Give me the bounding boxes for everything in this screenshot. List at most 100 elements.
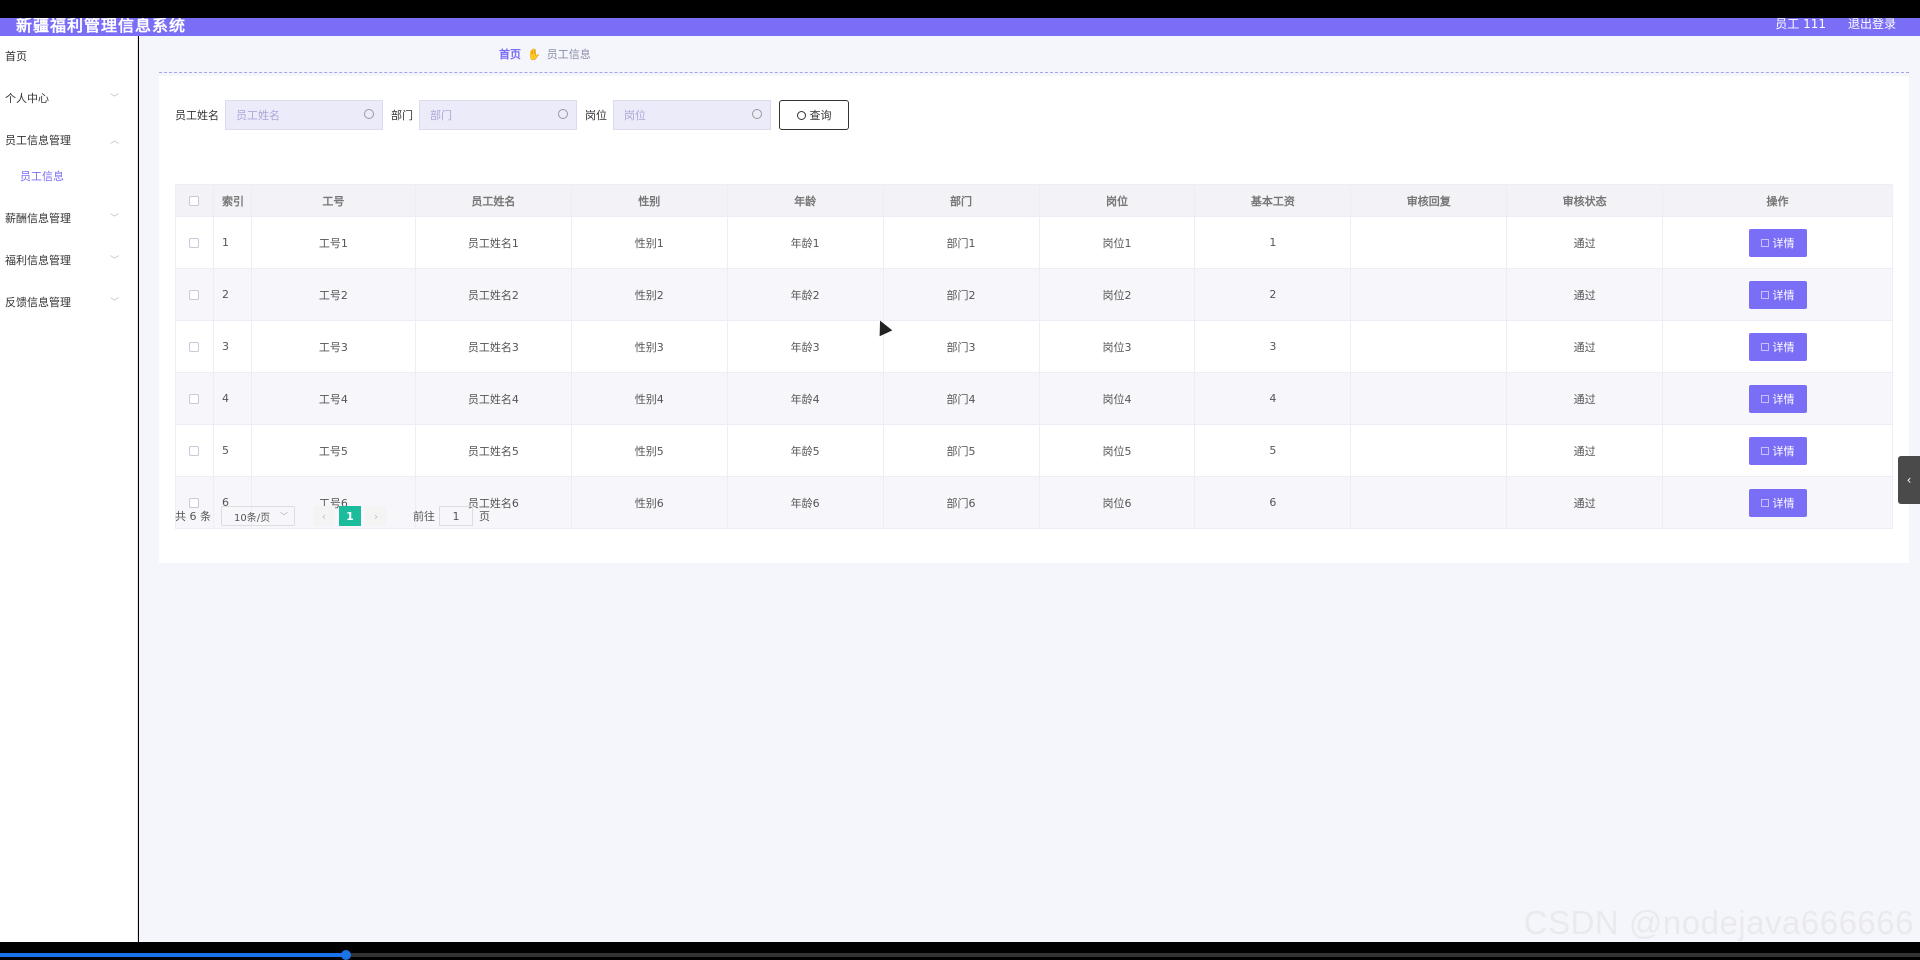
page-size-select[interactable]: 10条/页 ﹀ <box>221 506 295 526</box>
header-index: 索引 <box>214 185 252 216</box>
cell-reply <box>1351 477 1508 528</box>
chevron-down-icon: ﹀ <box>109 256 119 266</box>
table-row: 4 工号4 员工姓名4 性别4 年龄4 部门4 岗位4 4 通过 详情 <box>176 373 1893 425</box>
name-search-box <box>225 100 383 130</box>
cell-age: 年龄4 <box>728 373 884 424</box>
next-page-button[interactable]: › <box>365 506 387 526</box>
document-icon <box>1760 446 1769 455</box>
cell-no: 工号1 <box>252 217 416 268</box>
chevron-down-icon: ﹀ <box>109 298 119 308</box>
sidebar-item-label: 反馈信息管理 <box>5 296 71 309</box>
video-top-bar <box>0 0 1920 18</box>
search-icon <box>364 109 374 119</box>
cell-sex: 性别6 <box>572 477 728 528</box>
header-dept: 部门 <box>884 185 1040 216</box>
document-icon <box>1760 238 1769 247</box>
prev-page-button[interactable]: ‹ <box>313 506 335 526</box>
goto-page-input[interactable]: 1 <box>439 506 473 526</box>
app-title: 新疆福利管理信息系统 <box>16 18 187 35</box>
dept-input[interactable] <box>420 101 576 129</box>
table-row: 3 工号3 员工姓名3 性别3 年龄3 部门3 岗位3 3 通过 详情 <box>176 321 1893 373</box>
cell-dept: 部门1 <box>884 217 1040 268</box>
cell-index: 1 <box>214 217 252 268</box>
sidebar-item-welfare-management[interactable]: 福利信息管理 ﹀ <box>0 240 137 282</box>
cell-age: 年龄1 <box>728 217 884 268</box>
document-icon <box>1760 498 1769 507</box>
sidebar-item-home[interactable]: 首页 <box>0 36 137 78</box>
cell-sex: 性别2 <box>572 269 728 320</box>
cell-op: 详情 <box>1663 269 1893 320</box>
sidebar: 首页 个人中心 ﹀ 员工信息管理 ︿ 员工信息 薪酬信息管理 ﹀ 福利信息管理 ﹀ 反馈… <box>0 36 138 942</box>
row-checkbox[interactable] <box>189 289 200 300</box>
table-row: 2 工号2 员工姓名2 性别2 年龄2 部门2 岗位2 2 通过 详情 <box>176 269 1893 321</box>
post-input[interactable] <box>614 101 770 129</box>
cell-post: 岗位4 <box>1040 373 1196 424</box>
header-status: 审核状态 <box>1507 185 1664 216</box>
detail-button[interactable]: 详情 <box>1748 384 1807 413</box>
detail-button[interactable]: 详情 <box>1748 488 1807 517</box>
row-checkbox-cell <box>176 321 214 372</box>
page-number-current[interactable]: 1 <box>339 506 361 526</box>
sidebar-item-label: 薪酬信息管理 <box>5 212 71 225</box>
detail-button-label: 详情 <box>1772 340 1795 354</box>
sidebar-item-feedback-management[interactable]: 反馈信息管理 ﹀ <box>0 282 137 324</box>
cell-dept: 部门2 <box>884 269 1040 320</box>
sidebar-subitem-employee-info[interactable]: 员工信息 <box>0 162 137 198</box>
main-content: 首页 ✋ 员工信息 员工姓名 部门 岗位 查询 索引 <box>139 36 1920 942</box>
dept-label: 部门 <box>391 109 413 122</box>
cell-no: 工号4 <box>252 373 416 424</box>
search-icon <box>752 109 762 119</box>
detail-button[interactable]: 详情 <box>1748 228 1807 257</box>
employee-table: 索引 工号 员工姓名 性别 年龄 部门 岗位 基本工资 审核回复 审核状态 操作… <box>175 184 1893 529</box>
cell-salary: 6 <box>1195 477 1352 528</box>
header-sex: 性别 <box>572 185 728 216</box>
cell-post: 岗位1 <box>1040 217 1196 268</box>
row-checkbox[interactable] <box>189 393 200 404</box>
post-search-box <box>613 100 771 130</box>
video-progress-bar[interactable] <box>0 950 1920 960</box>
query-button[interactable]: 查询 <box>779 100 849 130</box>
table-header-row: 索引 工号 员工姓名 性别 年龄 部门 岗位 基本工资 审核回复 审核状态 操作 <box>176 185 1893 217</box>
detail-button[interactable]: 详情 <box>1748 436 1807 465</box>
row-checkbox[interactable] <box>189 237 200 248</box>
select-all-checkbox[interactable] <box>189 195 200 206</box>
header-op: 操作 <box>1663 185 1893 216</box>
sidebar-item-personal-center[interactable]: 个人中心 ﹀ <box>0 78 137 120</box>
cell-sex: 性别5 <box>572 425 728 476</box>
row-checkbox[interactable] <box>189 445 200 456</box>
breadcrumb-home[interactable]: 首页 <box>499 48 521 61</box>
cell-status: 通过 <box>1507 217 1664 268</box>
watermark: CSDN @nodejava666666 <box>1523 904 1914 941</box>
chevron-down-icon: ﹀ <box>109 94 119 104</box>
sidebar-item-label: 首页 <box>5 50 27 63</box>
sidebar-item-employee-management[interactable]: 员工信息管理 ︿ <box>0 120 137 162</box>
cell-name: 员工姓名5 <box>416 425 572 476</box>
header-reply: 审核回复 <box>1351 185 1508 216</box>
cell-index: 3 <box>214 321 252 372</box>
side-collapse-tab[interactable]: ‹ <box>1898 456 1920 504</box>
cell-salary: 1 <box>1195 217 1352 268</box>
cell-name: 员工姓名3 <box>416 321 572 372</box>
detail-button-label: 详情 <box>1772 444 1795 458</box>
row-checkbox-cell <box>176 425 214 476</box>
cell-name: 员工姓名4 <box>416 373 572 424</box>
detail-button[interactable]: 详情 <box>1748 280 1807 309</box>
logout-link[interactable]: 退出登录 <box>1848 18 1896 32</box>
sidebar-item-salary-management[interactable]: 薪酬信息管理 ﹀ <box>0 198 137 240</box>
cell-salary: 3 <box>1195 321 1352 372</box>
header-salary: 基本工资 <box>1195 185 1352 216</box>
pager-total: 共 6 条 <box>175 510 211 523</box>
row-checkbox-cell <box>176 269 214 320</box>
video-progress-knob[interactable] <box>340 950 351 960</box>
row-checkbox[interactable] <box>189 341 200 352</box>
chevron-down-icon: ﹀ <box>280 511 288 521</box>
cell-reply <box>1351 425 1508 476</box>
name-input[interactable] <box>226 101 382 129</box>
cell-age: 年龄6 <box>728 477 884 528</box>
cell-post: 岗位3 <box>1040 321 1196 372</box>
content-panel: 员工姓名 部门 岗位 查询 索引 工号 员工姓名 性别 <box>159 76 1909 563</box>
detail-button[interactable]: 详情 <box>1748 332 1807 361</box>
chevron-down-icon: ﹀ <box>109 214 119 224</box>
header-checkbox-cell <box>176 185 214 216</box>
cell-dept: 部门4 <box>884 373 1040 424</box>
